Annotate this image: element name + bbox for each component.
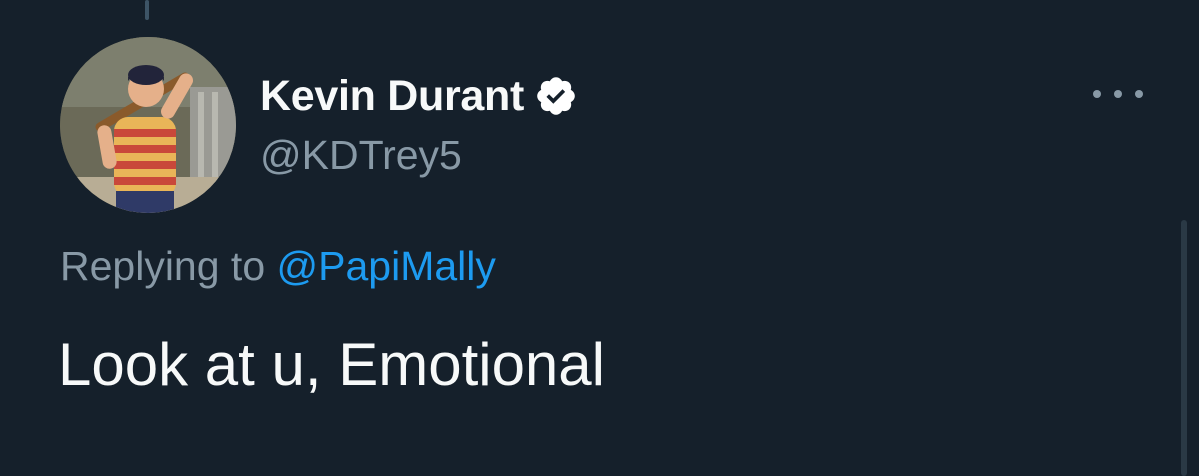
- verified-badge-icon: [534, 74, 578, 118]
- reply-mention-link[interactable]: @PapiMally: [277, 243, 496, 289]
- tweet-card[interactable]: Kevin Durant @KDTrey5 Replying to @PapiM…: [0, 0, 1199, 476]
- more-dot: [1135, 90, 1143, 98]
- more-options-button[interactable]: [1093, 80, 1143, 108]
- avatar-photo: [60, 37, 236, 213]
- avatar[interactable]: [60, 37, 236, 213]
- replying-to-line: Replying to @PapiMally: [60, 243, 496, 290]
- scrollbar[interactable]: [1181, 220, 1187, 476]
- author-name-row[interactable]: Kevin Durant: [260, 68, 578, 124]
- tweet-body-text: Look at u, Emotional: [58, 331, 606, 398]
- thread-connector-line: [145, 0, 149, 20]
- author-display-name[interactable]: Kevin Durant: [260, 72, 524, 121]
- author-handle[interactable]: @KDTrey5: [260, 132, 462, 179]
- more-dot: [1114, 90, 1122, 98]
- more-horizontal-icon: [1093, 90, 1101, 98]
- replying-to-prefix: Replying to: [60, 243, 266, 289]
